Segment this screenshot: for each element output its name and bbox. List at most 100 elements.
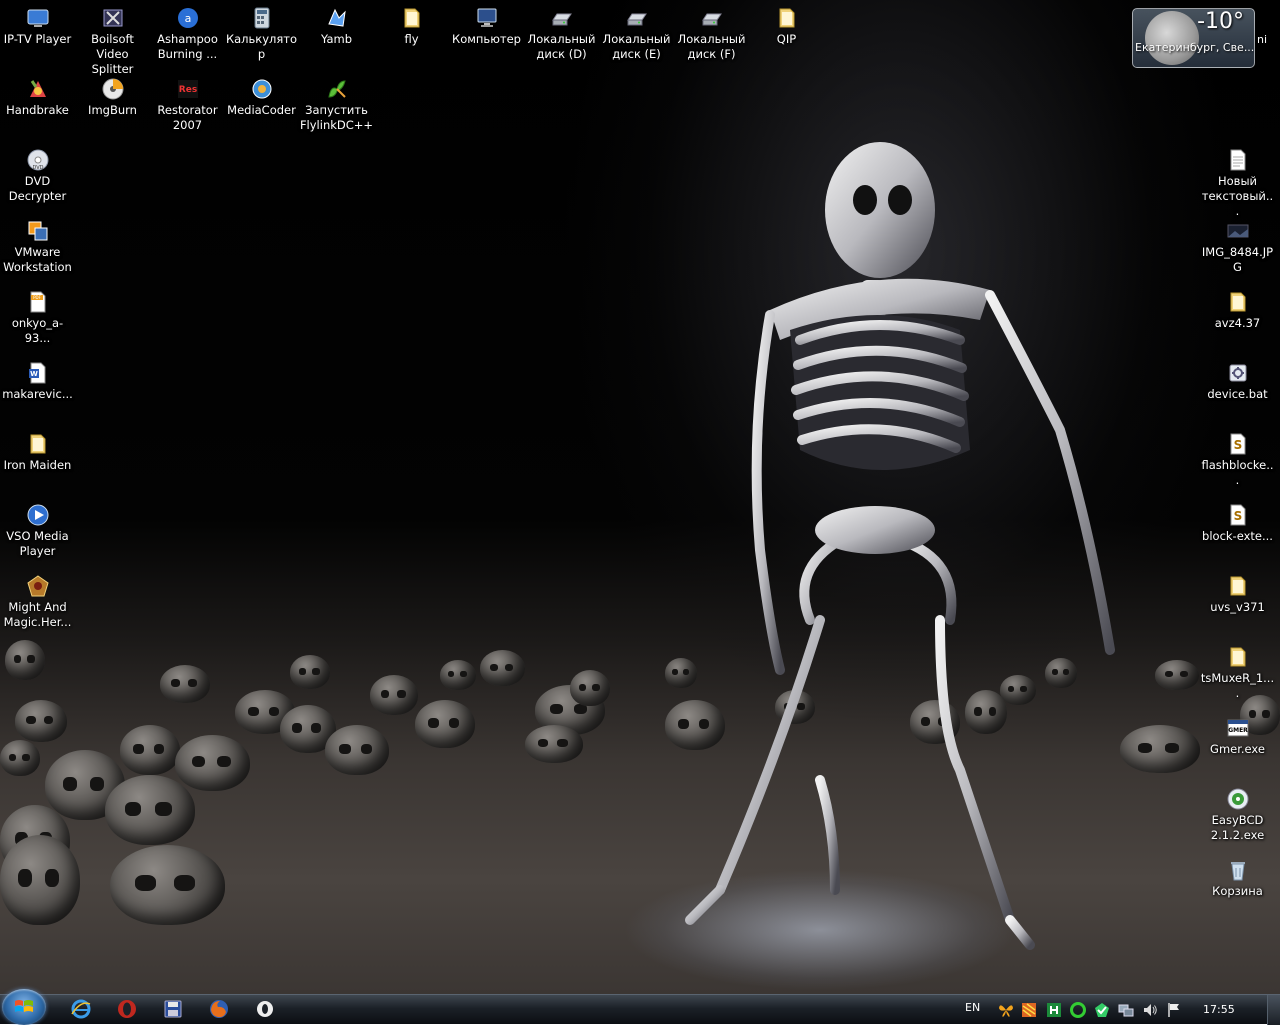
- volume-icon[interactable]: [1142, 1002, 1158, 1018]
- internet-explorer-icon[interactable]: [70, 998, 92, 1020]
- desktop-icon-label: Handbrake: [6, 103, 69, 117]
- desktop-icon-boilsoft-video-splitter[interactable]: Boilsoft Video Splitter: [75, 0, 150, 77]
- language-indicator[interactable]: EN: [965, 1001, 980, 1014]
- floppy-save-icon[interactable]: [162, 998, 184, 1020]
- svg-text:a: a: [184, 12, 191, 25]
- desktop-icon-block-extension[interactable]: S block-exte...: [1200, 497, 1275, 544]
- folder-icon: [30, 434, 45, 454]
- imgburn-icon: [102, 78, 123, 100]
- desktop-icon-uvs[interactable]: uvs_v371: [1200, 568, 1275, 615]
- desktop-icon-avz[interactable]: avz4.37: [1200, 284, 1275, 331]
- desktop-icon-makarevich-doc[interactable]: W makarevic...: [0, 355, 75, 402]
- desktop-icon-easybcd[interactable]: EasyBCD 2.1.2.exe: [1200, 781, 1275, 843]
- dvd-icon: DVD: [27, 149, 48, 171]
- game-icon: [26, 575, 49, 597]
- desktop-icon-label: onkyo_a-93...: [11, 316, 64, 345]
- desktop-icon-label: makarevic...: [2, 387, 73, 401]
- desktop-icon-recycle-bin[interactable]: Корзина: [1200, 852, 1275, 899]
- desktop-icon-label: DVD Decrypter: [8, 174, 67, 203]
- desktop-icon-new-text-document[interactable]: Новый текстовый...: [1200, 142, 1275, 219]
- svg-text:DVD: DVD: [32, 165, 43, 171]
- burning-disc-icon: a: [177, 8, 198, 28]
- show-desktop-button[interactable]: [1267, 995, 1280, 1025]
- desktop-icon-gmer[interactable]: GMER Gmer.exe: [1200, 710, 1275, 757]
- desktop-icon-yamb[interactable]: Yamb: [299, 0, 374, 47]
- desktop-icon-label: flashblocke...: [1201, 458, 1274, 487]
- desktop-icon-label: avz4.37: [1214, 316, 1261, 330]
- desktop-icon-drive-d[interactable]: Локальный диск (D): [524, 0, 599, 62]
- flylink-icon: [327, 80, 346, 98]
- calculator-icon: [254, 7, 269, 29]
- antivirus-icon[interactable]: [1021, 1002, 1037, 1018]
- desktop-icon-label: Запустить FlylinkDC++: [299, 103, 374, 132]
- weather-city: Екатеринбург, Све...: [1135, 41, 1255, 54]
- folder-icon: [779, 8, 794, 28]
- media-app-icon[interactable]: [254, 998, 276, 1020]
- desktop-icon-tsmuxer[interactable]: tsMuxeR_1....: [1200, 639, 1275, 701]
- desktop-icon-label: Локальный диск (E): [602, 32, 671, 61]
- drive-icon: [626, 13, 647, 26]
- desktop-icon-restorator[interactable]: Res Restorator 2007: [150, 71, 225, 133]
- network-monitor-icon[interactable]: [1046, 1002, 1062, 1018]
- security-check-icon[interactable]: [1094, 1002, 1110, 1018]
- desktop-icon-mediacoder[interactable]: MediaCoder: [224, 71, 299, 118]
- butterfly-icon[interactable]: [998, 1002, 1014, 1018]
- network-icon[interactable]: [1118, 1002, 1134, 1018]
- recycle-bin-icon: [1230, 862, 1245, 881]
- desktop-icon-vmware[interactable]: VMware Workstation: [0, 213, 75, 275]
- mediacoder-icon: [252, 79, 271, 99]
- text-document-icon: [1230, 149, 1245, 171]
- desktop-icon-label: Gmer.exe: [1210, 742, 1265, 756]
- flag-icon[interactable]: [1166, 1002, 1182, 1018]
- gadget-edge-text: ni: [1257, 33, 1268, 46]
- green-circle-icon[interactable]: [1070, 1002, 1086, 1018]
- folder-icon: [1230, 292, 1245, 312]
- tv-player-icon: [27, 9, 48, 27]
- folder-icon: [1230, 647, 1245, 667]
- easybcd-icon: [1227, 788, 1248, 810]
- desktop-icon-drive-f[interactable]: Локальный диск (F): [674, 0, 749, 62]
- svg-text:PDF: PDF: [33, 295, 41, 300]
- desktop-icon-iron-maiden[interactable]: Iron Maiden: [0, 426, 75, 473]
- desktop-icon-imgburn[interactable]: ImgBurn: [75, 71, 150, 118]
- desktop-icon-label: uvs_v371: [1210, 600, 1265, 614]
- weather-gadget[interactable]: -10° Екатеринбург, Све...: [1132, 8, 1255, 68]
- desktop-icon-label: QIP: [776, 32, 797, 46]
- restorator-icon: Res: [177, 80, 198, 98]
- desktop-icon-ip-tv-player[interactable]: IP-TV Player: [0, 0, 75, 47]
- desktop-icon-vso-media-player[interactable]: VSO Media Player: [0, 497, 75, 559]
- desktop-icon-label: tsMuxeR_1....: [1200, 671, 1275, 700]
- desktop[interactable]: IP-TV Player Boilsoft Video Splitter a A…: [0, 0, 1280, 994]
- desktop-icon-might-and-magic[interactable]: Might And Magic.Her...: [0, 568, 75, 630]
- video-splitter-icon: [103, 9, 122, 27]
- desktop-icon-label: Калькулятор: [225, 32, 298, 61]
- opera-icon[interactable]: [116, 998, 138, 1020]
- desktop-icon-label: Ashampoo Burning ...: [157, 32, 218, 61]
- desktop-icon-dvd-decrypter[interactable]: DVD DVD Decrypter: [0, 142, 75, 204]
- start-button[interactable]: [2, 989, 46, 1025]
- desktop-icon-label: ImgBurn: [88, 103, 137, 117]
- desktop-icon-computer[interactable]: Компьютер: [449, 0, 524, 47]
- firefox-icon[interactable]: [208, 998, 230, 1020]
- taskbar-clock[interactable]: 17:55: [1203, 1003, 1235, 1016]
- desktop-icon-img-8484[interactable]: IMG_8484.JP G: [1200, 213, 1275, 275]
- drive-icon: [551, 13, 572, 26]
- desktop-icon-onkyo-pdf[interactable]: PDF onkyo_a-93...: [0, 284, 75, 346]
- desktop-icon-qip[interactable]: QIP: [749, 0, 824, 47]
- desktop-icon-label: Restorator 2007: [157, 103, 218, 132]
- desktop-icon-calculator[interactable]: Калькулятор: [224, 0, 299, 62]
- desktop-icon-device-bat[interactable]: device.bat: [1200, 355, 1275, 402]
- folder-icon: [1230, 576, 1245, 596]
- script-file-icon: S: [1230, 504, 1245, 526]
- desktop-icon-handbrake[interactable]: Handbrake: [0, 71, 75, 118]
- desktop-icon-ashampoo-burning[interactable]: a Ashampoo Burning ...: [150, 0, 225, 62]
- taskbar: EN 17:55: [0, 989, 1280, 1025]
- desktop-icon-fly[interactable]: fly: [374, 0, 449, 47]
- svg-text:Res: Res: [178, 85, 196, 95]
- desktop-icon-flashblocker[interactable]: S flashblocke...: [1200, 426, 1275, 488]
- folder-icon: [404, 8, 419, 28]
- desktop-icon-label: IP-TV Player: [3, 32, 72, 46]
- desktop-icon-drive-e[interactable]: Локальный диск (E): [599, 0, 674, 62]
- desktop-icon-flylinkdc[interactable]: Запустить FlylinkDC++: [299, 71, 374, 133]
- desktop-icon-label: EasyBCD 2.1.2.exe: [1210, 813, 1265, 842]
